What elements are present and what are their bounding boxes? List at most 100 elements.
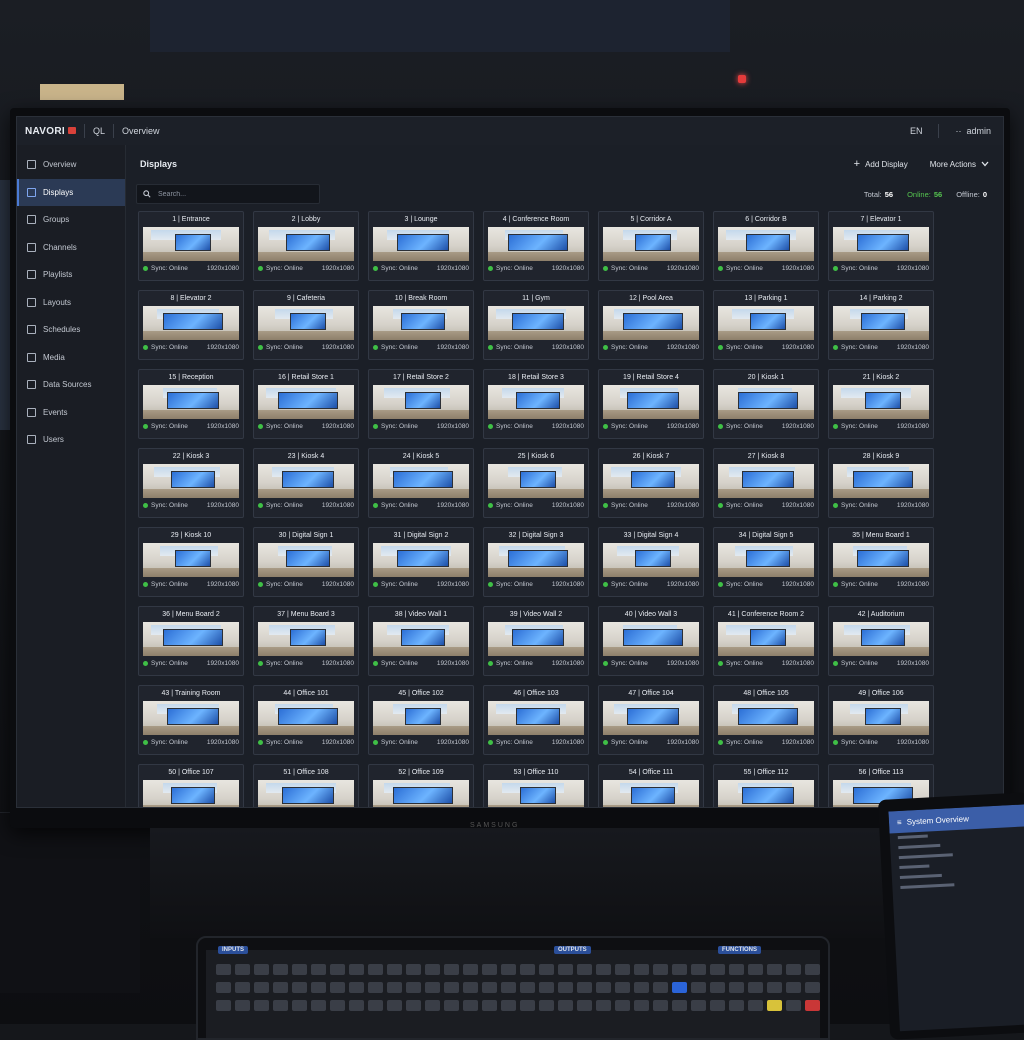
display-card[interactable]: 8 | Elevator 2 Sync: Online 1920x1080 — [138, 290, 244, 360]
console-key[interactable] — [520, 982, 535, 993]
display-card[interactable]: 55 | Office 112Sync: Online1920x1080 — [713, 764, 819, 807]
display-card[interactable]: 48 | Office 105 Sync: Online 1920x1080 — [713, 685, 819, 755]
display-card[interactable]: 53 | Office 110Sync: Online1920x1080 — [483, 764, 589, 807]
display-card[interactable]: 50 | Office 107Sync: Online1920x1080 — [138, 764, 244, 807]
display-card[interactable]: 14 | Parking 2 Sync: Online 1920x1080 — [828, 290, 934, 360]
console-key[interactable] — [349, 982, 364, 993]
console-key[interactable] — [767, 1000, 782, 1011]
console-key[interactable] — [691, 1000, 706, 1011]
display-card[interactable]: 26 | Kiosk 7 Sync: Online 1920x1080 — [598, 448, 704, 518]
sidebar-item-layouts[interactable]: Layouts — [17, 289, 125, 317]
display-card[interactable]: 38 | Video Wall 1 Sync: Online 1920x1080 — [368, 606, 474, 676]
display-card[interactable]: 27 | Kiosk 8 Sync: Online 1920x1080 — [713, 448, 819, 518]
menu-icon[interactable]: ≡ — [897, 817, 902, 826]
console-key[interactable] — [216, 964, 231, 975]
breadcrumb[interactable]: Overview — [122, 126, 160, 136]
console-key[interactable] — [805, 964, 820, 975]
console-key[interactable] — [368, 982, 383, 993]
language-selector[interactable]: EN — [910, 126, 923, 136]
console-key[interactable] — [425, 1000, 440, 1011]
display-card[interactable]: 21 | Kiosk 2 Sync: Online 1920x1080 — [828, 369, 934, 439]
console-key[interactable] — [710, 982, 725, 993]
console-key[interactable] — [596, 964, 611, 975]
console-key[interactable] — [387, 964, 402, 975]
console-key[interactable] — [520, 1000, 535, 1011]
console-key[interactable] — [748, 982, 763, 993]
sidebar-item-channels[interactable]: Channels — [17, 234, 125, 262]
console-key[interactable] — [349, 1000, 364, 1011]
console-key[interactable] — [311, 1000, 326, 1011]
display-card[interactable]: 13 | Parking 1 Sync: Online 1920x1080 — [713, 290, 819, 360]
sidebar-item-data-sources[interactable]: Data Sources — [17, 371, 125, 399]
sidebar-item-playlists[interactable]: Playlists — [17, 261, 125, 289]
sidebar-item-schedules[interactable]: Schedules — [17, 316, 125, 344]
display-card[interactable]: 16 | Retail Store 1 Sync: Online 1920x1080 — [253, 369, 359, 439]
console-key[interactable] — [444, 982, 459, 993]
console-key[interactable] — [444, 1000, 459, 1011]
console-key[interactable] — [311, 982, 326, 993]
console-key[interactable] — [805, 982, 820, 993]
console-key[interactable] — [672, 964, 687, 975]
console-key[interactable] — [577, 964, 592, 975]
display-card[interactable]: 25 | Kiosk 6 Sync: Online 1920x1080 — [483, 448, 589, 518]
console-key[interactable] — [596, 1000, 611, 1011]
display-card[interactable]: 9 | Cafeteria Sync: Online 1920x1080 — [253, 290, 359, 360]
display-card[interactable]: 33 | Digital Sign 4 Sync: Online 1920x1080 — [598, 527, 704, 597]
console-key[interactable] — [729, 982, 744, 993]
console-key[interactable] — [615, 964, 630, 975]
display-card[interactable]: 52 | Office 109Sync: Online1920x1080 — [368, 764, 474, 807]
console-key[interactable] — [691, 964, 706, 975]
console-key[interactable] — [292, 1000, 307, 1011]
more-actions-button[interactable]: More Actions — [930, 160, 989, 169]
sidebar-item-displays[interactable]: Displays — [17, 178, 125, 206]
console-key[interactable] — [235, 964, 250, 975]
console-key[interactable] — [273, 1000, 288, 1011]
console-key[interactable] — [691, 982, 706, 993]
display-card[interactable]: 40 | Video Wall 3 Sync: Online 1920x1080 — [598, 606, 704, 676]
console-key[interactable] — [558, 982, 573, 993]
sidebar-item-overview[interactable]: Overview — [17, 151, 125, 179]
display-card[interactable]: 2 | Lobby Sync: Online 1920x1080 — [253, 211, 359, 281]
display-card[interactable]: 24 | Kiosk 5 Sync: Online 1920x1080 — [368, 448, 474, 518]
display-card[interactable]: 19 | Retail Store 4 Sync: Online 1920x1080 — [598, 369, 704, 439]
console-key[interactable] — [330, 1000, 345, 1011]
display-card[interactable]: 43 | Training Room Sync: Online 1920x1080 — [138, 685, 244, 755]
display-card[interactable]: 42 | Auditorium Sync: Online 1920x1080 — [828, 606, 934, 676]
console-key[interactable] — [216, 1000, 231, 1011]
display-card[interactable]: 34 | Digital Sign 5 Sync: Online 1920x1080 — [713, 527, 819, 597]
display-card[interactable]: 15 | Reception Sync: Online 1920x1080 — [138, 369, 244, 439]
console-key[interactable] — [710, 1000, 725, 1011]
console-key[interactable] — [634, 964, 649, 975]
search-input[interactable] — [156, 189, 310, 199]
console-key[interactable] — [463, 982, 478, 993]
console-key[interactable] — [577, 982, 592, 993]
console-key[interactable] — [501, 982, 516, 993]
display-card[interactable]: 36 | Menu Board 2 Sync: Online 1920x1080 — [138, 606, 244, 676]
display-card[interactable]: 22 | Kiosk 3 Sync: Online 1920x1080 — [138, 448, 244, 518]
console-key[interactable] — [634, 1000, 649, 1011]
display-card[interactable]: 49 | Office 106 Sync: Online 1920x1080 — [828, 685, 934, 755]
console-key[interactable] — [653, 1000, 668, 1011]
console-key[interactable] — [539, 964, 554, 975]
console-key[interactable] — [729, 964, 744, 975]
sidebar-item-groups[interactable]: Groups — [17, 206, 125, 234]
display-card[interactable]: 39 | Video Wall 2 Sync: Online 1920x1080 — [483, 606, 589, 676]
console-key[interactable] — [653, 982, 668, 993]
console-key[interactable] — [406, 964, 421, 975]
console-key[interactable] — [387, 1000, 402, 1011]
console-key[interactable] — [615, 1000, 630, 1011]
console-key[interactable] — [786, 982, 801, 993]
console-key[interactable] — [615, 982, 630, 993]
display-card[interactable]: 11 | Gym Sync: Online 1920x1080 — [483, 290, 589, 360]
console-key[interactable] — [387, 982, 402, 993]
console-key[interactable] — [672, 1000, 687, 1011]
display-card[interactable]: 6 | Corridor B Sync: Online 1920x1080 — [713, 211, 819, 281]
display-card[interactable]: 7 | Elevator 1 Sync: Online 1920x1080 — [828, 211, 934, 281]
display-card[interactable]: 18 | Retail Store 3 Sync: Online 1920x1080 — [483, 369, 589, 439]
console-key[interactable] — [235, 982, 250, 993]
console-key[interactable] — [235, 1000, 250, 1011]
display-card[interactable]: 37 | Menu Board 3 Sync: Online 1920x1080 — [253, 606, 359, 676]
console-key[interactable] — [444, 964, 459, 975]
console-key[interactable] — [254, 964, 269, 975]
sidebar-item-users[interactable]: Users — [17, 426, 125, 454]
